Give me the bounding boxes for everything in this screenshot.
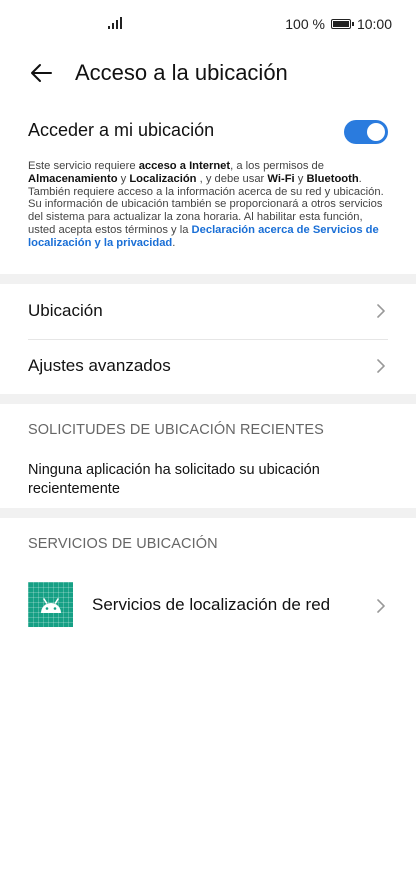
desc-text: .	[172, 236, 176, 249]
section-divider	[0, 274, 416, 284]
page-title: Acceso a la ubicación	[75, 60, 288, 85]
location-access-switch[interactable]	[344, 120, 388, 144]
app-header: Acceso a la ubicación	[0, 48, 416, 98]
location-access-description: Este servicio requiere acceso a Internet…	[28, 160, 388, 250]
desc-text: y	[294, 172, 307, 185]
android-head-icon	[40, 597, 61, 613]
service-item-network-location[interactable]: Servicios de localización de red	[28, 582, 388, 630]
desc-text: , y debe usar	[196, 172, 268, 185]
desc-bold: acceso a Internet	[138, 160, 231, 172]
desc-bold: Almacenamiento	[28, 172, 118, 185]
recent-requests-empty-message: Ninguna aplicación ha solicitado su ubic…	[28, 462, 320, 497]
signal-icon	[108, 17, 122, 29]
section-divider	[0, 508, 416, 518]
menu-item-label: Ajustes avanzados	[28, 356, 171, 375]
service-item-label: Servicios de localización de red	[92, 595, 331, 614]
menu-item-ubicacion[interactable]: Ubicación	[28, 285, 388, 339]
desc-bold: Bluetooth	[306, 172, 359, 185]
desc-bold: Wi-Fi	[267, 172, 295, 185]
back-button[interactable]	[26, 58, 56, 88]
clock: 10:00	[356, 16, 392, 32]
desc-text: y	[117, 172, 130, 185]
battery-icon	[330, 19, 354, 29]
chevron-right-icon	[377, 599, 385, 613]
location-access-row[interactable]: Acceder a mi ubicación	[28, 116, 388, 148]
status-right: 100 % 10:00	[285, 14, 392, 34]
desc-text: Este servicio requiere	[28, 160, 139, 172]
desc-text: , a los permisos de	[230, 160, 325, 172]
battery-percent: 100 %	[285, 16, 325, 32]
section-divider	[0, 394, 416, 404]
recent-requests-header: SOLICITUDES DE UBICACIÓN RECIENTES	[28, 422, 324, 438]
switch-knob	[367, 123, 385, 141]
chevron-right-icon	[377, 304, 385, 318]
back-arrow-icon	[31, 64, 52, 82]
menu-item-ajustes-avanzados[interactable]: Ajustes avanzados	[28, 340, 388, 394]
desc-bold: Localización	[129, 172, 197, 185]
location-access-label: Acceder a mi ubicación	[28, 120, 215, 140]
location-services-header: SERVICIOS DE UBICACIÓN	[28, 536, 218, 552]
menu-item-label: Ubicación	[28, 301, 103, 320]
chevron-right-icon	[377, 359, 385, 373]
status-bar: 100 % 10:00	[0, 0, 416, 48]
android-icon	[28, 582, 73, 627]
